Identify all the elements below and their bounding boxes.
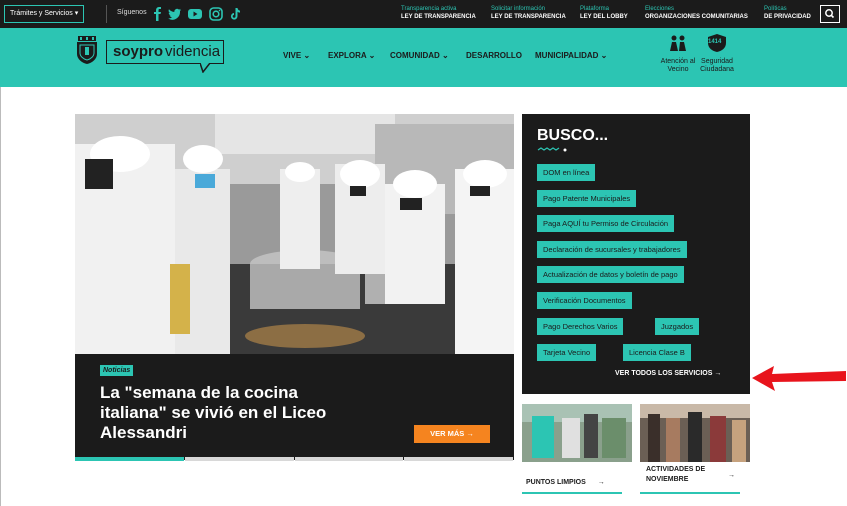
link-small: Políticas — [764, 6, 787, 12]
card-label-actividades: ACTIVIDADES DE NOVIEMBRE → — [640, 462, 740, 488]
topbar-link-lobby[interactable]: Plataforma LEY DEL LOBBY — [580, 5, 628, 21]
service-licencia-clase-b[interactable]: Licencia Clase B — [623, 344, 691, 361]
link-big: ORGANIZACIONES COMUNITARIAS — [645, 14, 748, 20]
seguridad-number: 1414 — [708, 39, 722, 45]
card-photo — [640, 404, 750, 462]
logo-light-text: videncia — [165, 43, 221, 60]
nav-label: VIVE — [283, 51, 302, 60]
link-small: Plataforma — [580, 6, 610, 12]
nav-desarrollo[interactable]: DESARROLLO — [466, 51, 522, 60]
top-bar: Trámites y Servicios ▾ Síguenos Transpar… — [0, 0, 847, 28]
slider-dot[interactable] — [75, 457, 184, 461]
siguenos-label: Síguenos — [117, 9, 147, 16]
main-header: soypro videncia VIVE ⌄ EXPLORA ⌄ COMUNID… — [0, 28, 847, 87]
link-small: Transparencia activa — [401, 6, 457, 12]
service-pago-patente[interactable]: Pago Patente Municipales — [537, 190, 637, 207]
ver-todos-servicios-link[interactable]: VER TODOS LOS SERVICIOS → — [615, 370, 721, 377]
ver-mas-button[interactable]: VER MÁS → — [414, 425, 490, 443]
nav-comunidad[interactable]: COMUNIDAD ⌄ — [390, 51, 449, 60]
card-underline — [522, 492, 622, 494]
service-verificacion-documentos[interactable]: Verificación Documentos — [537, 292, 632, 309]
twitter-icon[interactable] — [168, 7, 182, 21]
link-small: Solicitar información — [491, 6, 546, 12]
page-edge — [0, 87, 1, 506]
logo-speech-tail — [200, 63, 211, 73]
link-big: LEY DEL LOBBY — [580, 14, 628, 20]
service-tarjeta-vecino[interactable]: Tarjeta Vecino — [537, 344, 597, 361]
service-pago-derechos[interactable]: Pago Derechos Varios — [537, 318, 624, 335]
site-logo[interactable]: soypro videncia — [106, 40, 224, 64]
search-button[interactable] — [820, 5, 840, 23]
hero-title[interactable]: La "semana de la cocina italiana" se viv… — [100, 383, 360, 443]
wave-decoration-icon — [537, 147, 567, 152]
people-icon[interactable] — [668, 34, 688, 52]
nav-municipalidad[interactable]: MUNICIPALIDAD ⌄ — [535, 51, 607, 60]
hero-slider[interactable]: Noticias La "semana de la cocina italian… — [75, 114, 514, 460]
tramites-dropdown[interactable]: Trámites y Servicios ▾ — [4, 5, 85, 23]
card-label-text: ACTIVIDADES DE NOVIEMBRE — [646, 466, 706, 483]
service-juzgados[interactable]: Juzgados — [655, 318, 700, 335]
card-photo — [522, 404, 632, 462]
service-permiso-circulacion[interactable]: Paga AQUÍ tu Permiso de Circulación — [537, 215, 675, 232]
link-big: LEY DE TRANSPARENCIA — [401, 14, 476, 20]
slider-dot[interactable] — [184, 457, 294, 461]
link-small: Elecciones — [645, 6, 675, 12]
link-big: DE PRIVACIDAD — [764, 14, 811, 20]
slider-dot[interactable] — [294, 457, 404, 461]
seguridad-ciudadana-label[interactable]: Seguridad Ciudadana — [695, 58, 739, 74]
topbar-link-solicitar[interactable]: Solicitar información LEY DE TRANSPARENC… — [491, 5, 566, 21]
card-actividades-noviembre[interactable]: ACTIVIDADES DE NOVIEMBRE → — [640, 404, 750, 494]
tiktok-icon[interactable] — [228, 7, 242, 21]
divider — [106, 5, 107, 23]
service-dom-en-linea[interactable]: DOM en línea — [537, 164, 596, 181]
card-label-text: PUNTOS LIMPIOS — [526, 479, 586, 486]
card-puntos-limpios[interactable]: PUNTOS LIMPIOS → — [522, 404, 632, 494]
nav-vive[interactable]: VIVE ⌄ — [283, 51, 310, 60]
hero-photo — [75, 114, 514, 354]
service-declaracion-sucursales[interactable]: Declaración de sucursales y trabajadores — [537, 241, 687, 258]
busco-panel: BUSCO... DOM en línea Pago Patente Munic… — [522, 114, 750, 394]
arrow-right-icon: → — [728, 472, 735, 479]
nav-label: EXPLORA — [328, 51, 367, 60]
service-actualizacion-datos[interactable]: Actualización de datos y boletín de pago — [537, 266, 684, 283]
nav-explora[interactable]: EXPLORA ⌄ — [328, 51, 375, 60]
instagram-icon[interactable] — [209, 7, 223, 21]
red-arrow-annotation — [752, 366, 846, 391]
nav-label: COMUNIDAD — [390, 51, 440, 60]
nav-label: DESARROLLO — [466, 51, 522, 60]
atencion-vecino-label[interactable]: Atención al Vecino — [656, 58, 700, 74]
slider-indicators — [75, 457, 514, 461]
logo-bold-text: soypro — [113, 43, 164, 60]
topbar-link-privacidad[interactable]: Políticas DE PRIVACIDAD — [764, 5, 811, 21]
youtube-icon[interactable] — [188, 7, 202, 21]
nav-label: MUNICIPALIDAD — [535, 51, 599, 60]
search-icon — [825, 9, 835, 19]
link-big: LEY DE TRANSPARENCIA — [491, 14, 566, 20]
topbar-link-organizaciones[interactable]: Elecciones ORGANIZACIONES COMUNITARIAS — [645, 5, 748, 21]
arrow-right-icon: → — [597, 479, 605, 486]
tramites-label: Trámites y Servicios — [10, 10, 73, 17]
card-label-puntos: PUNTOS LIMPIOS → — [522, 475, 622, 491]
busco-title: BUSCO... — [537, 127, 609, 144]
topbar-link-transparencia[interactable]: Transparencia activa LEY DE TRANSPARENCI… — [401, 5, 476, 21]
municipal-crest-icon[interactable] — [76, 36, 98, 64]
slider-dot[interactable] — [404, 457, 513, 461]
facebook-icon[interactable] — [151, 7, 165, 21]
card-underline — [640, 492, 740, 494]
category-badge[interactable]: Noticias — [100, 365, 134, 376]
